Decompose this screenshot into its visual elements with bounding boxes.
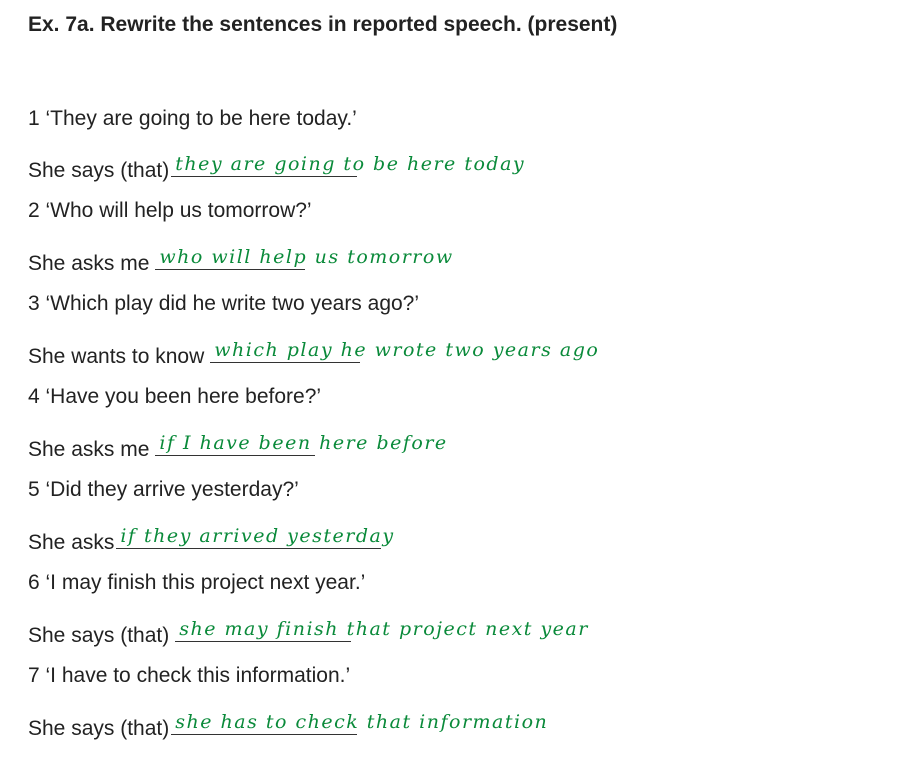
prompt-line-6: She says (that) she may finish that proj… — [28, 617, 587, 648]
prompt-1: She says (that) — [28, 159, 170, 182]
prompt-3: She wants to know — [28, 345, 205, 368]
quote-4: 4 ‘Have you been here before?’ — [28, 385, 322, 408]
exercise-title: Ex. 7a. Rewrite the sentences in reporte… — [28, 13, 618, 36]
prompt-line-3: She wants to know which play he wrote tw… — [28, 338, 598, 369]
prompt-line-5: She asks if they arrived yesterday — [28, 524, 393, 555]
answer-blank-4[interactable]: if I have been here before — [155, 431, 446, 456]
answer-2: who will help us tomorrow — [159, 246, 454, 268]
prompt-7: She says (that) — [28, 717, 170, 740]
answer-6: she may finish that project next year — [179, 618, 589, 640]
answer-blank-2[interactable]: who will help us tomorrow — [155, 245, 452, 270]
answer-blank-5[interactable]: if they arrived yesterday — [116, 524, 393, 549]
answer-blank-1[interactable]: they are going to be here today — [171, 152, 524, 177]
prompt-line-7: She says (that) she has to check that in… — [28, 710, 547, 741]
prompt-5: She asks — [28, 531, 115, 554]
answer-1: they are going to be here today — [175, 153, 526, 175]
answer-3: which play he wrote two years ago — [214, 339, 600, 361]
prompt-line-2: She asks me who will help us tomorrow — [28, 245, 452, 276]
quote-2: 2 ‘Who will help us tomorrow?’ — [28, 199, 312, 222]
answer-5: if they arrived yesterday — [120, 525, 395, 547]
quote-1: 1 ‘They are going to be here today.’ — [28, 107, 357, 130]
quote-6: 6 ‘I may finish this project next year.’ — [28, 571, 366, 594]
prompt-4: She asks me — [28, 438, 150, 461]
answer-blank-3[interactable]: which play he wrote two years ago — [210, 338, 598, 363]
answer-blank-7[interactable]: she has to check that information — [171, 710, 547, 735]
quote-7: 7 ‘I have to check this information.’ — [28, 664, 351, 687]
answer-blank-6[interactable]: she may finish that project next year — [175, 617, 587, 642]
prompt-6: She says (that) — [28, 624, 170, 647]
answer-7: she has to check that information — [175, 711, 549, 733]
prompt-2: She asks me — [28, 252, 150, 275]
answer-4: if I have been here before — [159, 432, 448, 454]
quote-5: 5 ‘Did they arrive yesterday?’ — [28, 478, 299, 501]
prompt-line-4: She asks me if I have been here before — [28, 431, 446, 462]
quote-3: 3 ‘Which play did he write two years ago… — [28, 292, 420, 315]
prompt-line-1: She says (that) they are going to be her… — [28, 152, 524, 183]
